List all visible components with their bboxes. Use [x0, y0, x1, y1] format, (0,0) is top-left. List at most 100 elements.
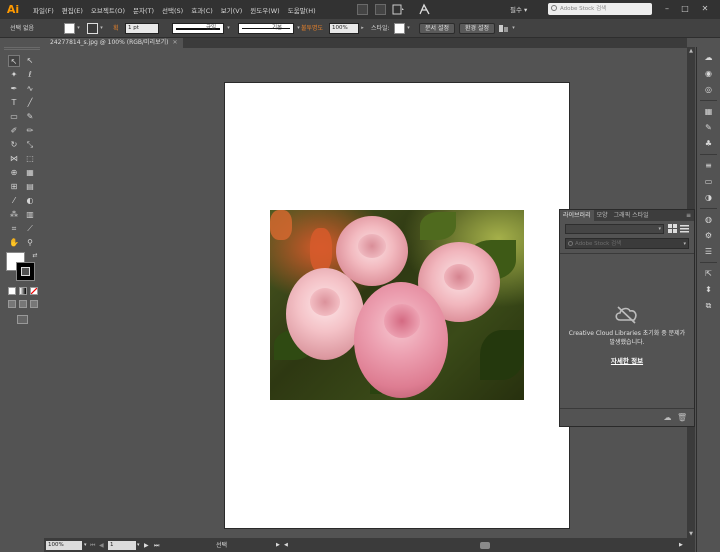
rose-photo-image[interactable] [270, 210, 524, 400]
document-tab[interactable]: 24277814_s.jpg @ 100% (RGB/미리보기) ✕ [44, 38, 184, 48]
curvature-tool-icon[interactable]: ∿ [24, 83, 36, 95]
screen-mode-icon[interactable] [17, 315, 28, 324]
color-mode-icon[interactable] [8, 287, 16, 295]
swap-colors-icon[interactable]: ⇄ [29, 250, 41, 262]
next-artboard-icon[interactable]: ▶ [144, 541, 149, 550]
align-icon[interactable]: ⬍ [702, 283, 715, 296]
width-tool-icon[interactable]: ⋈ [8, 153, 20, 165]
artboard-dropdown-icon[interactable]: ▾ [137, 541, 140, 550]
pathfinder-icon[interactable]: ⧉ [702, 299, 715, 312]
type-tool-icon[interactable]: T [8, 97, 20, 109]
menu-type[interactable]: 문자(T) [129, 5, 158, 15]
menu-effect[interactable]: 효과(C) [187, 5, 217, 15]
panel-menu-icon[interactable]: ≡ [683, 210, 694, 221]
artboard-number-field[interactable]: 1 [108, 541, 136, 550]
graphic-styles-icon[interactable]: ⚙ [702, 229, 715, 242]
shape-builder-icon[interactable]: ⊕ [8, 167, 20, 179]
trash-icon[interactable]: 🗑 [677, 413, 687, 422]
slice-tool-icon[interactable]: ⟋ [24, 223, 36, 235]
color-icon[interactable]: ◉ [702, 67, 715, 80]
arrange-documents-icon[interactable] [392, 4, 405, 15]
library-search-input[interactable]: Adobe Stock 검색 ▾ [565, 238, 689, 249]
tab-libraries[interactable]: 라이브러리 [560, 210, 594, 221]
stock-icon[interactable] [375, 4, 386, 15]
draw-inside-icon[interactable] [30, 300, 38, 308]
lasso-icon[interactable]: ℓ [24, 69, 36, 81]
prev-artboard-icon[interactable]: ◀ [99, 541, 104, 550]
free-transform-icon[interactable]: ⬚ [24, 153, 36, 165]
workspace-switcher[interactable]: 필수 ▾ [510, 4, 527, 14]
stroke-swatch[interactable] [87, 23, 98, 34]
symbols-icon[interactable]: ♣ [702, 137, 715, 150]
menu-select[interactable]: 선택(S) [158, 5, 187, 15]
fill-dropdown[interactable]: ▾ [76, 23, 81, 34]
panel-menu-dropdown[interactable]: ▾ [511, 23, 516, 34]
status-menu-icon[interactable]: ▶ [276, 541, 280, 550]
minimize-button[interactable]: – [660, 3, 674, 14]
document-setup-button[interactable]: 문서 설정 [419, 23, 455, 34]
more-info-link[interactable]: 자세한 정보 [560, 355, 694, 365]
opacity-field[interactable]: 100% [329, 23, 359, 34]
brush-definition[interactable] [238, 23, 294, 34]
draw-behind-icon[interactable] [19, 300, 27, 308]
perspective-grid-icon[interactable]: ▦ [24, 167, 36, 179]
direct-selection-tool-icon[interactable]: ↖ [24, 55, 36, 67]
zoom-dropdown-icon[interactable]: ▾ [84, 541, 87, 550]
brushes-icon[interactable]: ✎ [702, 121, 715, 134]
zoom-tool-icon[interactable]: ⚲ [24, 237, 36, 249]
rotate-tool-icon[interactable]: ↻ [8, 139, 20, 151]
arrange-icon[interactable] [498, 23, 509, 34]
libraries-icon[interactable]: ☁ [702, 51, 715, 64]
scroll-left-icon[interactable]: ◀ [284, 541, 288, 550]
hand-tool-icon[interactable]: ✋ [8, 237, 20, 249]
color-guide-icon[interactable]: ◎ [702, 83, 715, 96]
variable-width-profile[interactable] [172, 23, 224, 34]
artboards-icon[interactable]: ⇱ [702, 267, 715, 280]
stock-search-input[interactable]: Adobe Stock 검색 [548, 3, 652, 15]
gpu-performance-icon[interactable] [418, 3, 431, 16]
cc-sync-icon[interactable]: ☁ [663, 413, 672, 422]
scale-tool-icon[interactable]: ⤡ [24, 139, 36, 151]
appearance-icon[interactable]: ◍ [702, 213, 715, 226]
stroke-dropdown[interactable]: ▾ [99, 23, 104, 34]
layers-icon[interactable]: ☰ [702, 245, 715, 258]
column-graph-icon[interactable]: ▥ [24, 209, 36, 221]
stroke-label[interactable]: 획 [113, 23, 119, 34]
menu-view[interactable]: 보기(V) [217, 5, 246, 15]
library-select[interactable]: ▾ [565, 224, 664, 234]
swatches-icon[interactable]: ▦ [702, 105, 715, 118]
transparency-icon[interactable]: ◑ [702, 191, 715, 204]
scroll-right-icon[interactable]: ▶ [679, 541, 683, 550]
scroll-up-icon[interactable]: ▲ [687, 47, 695, 55]
opacity-label[interactable]: 불투명도 [301, 23, 323, 34]
maximize-button[interactable]: □ [678, 3, 692, 14]
magic-wand-icon[interactable]: ✦ [8, 69, 20, 81]
stroke-color-box[interactable] [16, 262, 35, 281]
gradient-icon[interactable]: ▭ [702, 175, 715, 188]
close-icon[interactable]: ✕ [172, 39, 177, 46]
close-window-button[interactable]: ✕ [698, 3, 712, 14]
selection-tool-icon[interactable]: ↖ [8, 55, 20, 67]
line-tool-icon[interactable]: ╱ [24, 97, 36, 109]
graphic-style-swatch[interactable] [394, 23, 405, 34]
first-artboard-icon[interactable]: ⏮ [90, 541, 95, 550]
scroll-down-icon[interactable]: ▼ [687, 530, 695, 538]
menu-edit[interactable]: 편집(E) [58, 5, 87, 15]
shaper-tool-icon[interactable]: ✐ [8, 125, 20, 137]
symbol-sprayer-icon[interactable]: ⁂ [8, 209, 20, 221]
stroke-weight-field[interactable]: 1 pt [125, 23, 159, 34]
style-dropdown[interactable]: ▾ [406, 23, 411, 34]
menu-file[interactable]: 파일(F) [29, 5, 58, 15]
grid-view-icon[interactable] [668, 224, 677, 233]
tab-shapes[interactable]: 모양 [594, 210, 611, 221]
eyedropper-icon[interactable]: ⁄ [8, 195, 20, 207]
menu-object[interactable]: 오브젝트(O) [87, 5, 129, 15]
fill-swatch[interactable] [64, 23, 75, 34]
last-artboard-icon[interactable]: ⏭ [154, 541, 159, 550]
mesh-tool-icon[interactable]: ⊞ [8, 181, 20, 193]
gradient-tool-icon[interactable]: ▤ [24, 181, 36, 193]
preferences-button[interactable]: 환경 설정 [459, 23, 495, 34]
tab-graphic-styles[interactable]: 그래픽 스타일 [611, 210, 652, 221]
draw-normal-icon[interactable] [8, 300, 16, 308]
bridge-icon[interactable] [357, 4, 368, 15]
